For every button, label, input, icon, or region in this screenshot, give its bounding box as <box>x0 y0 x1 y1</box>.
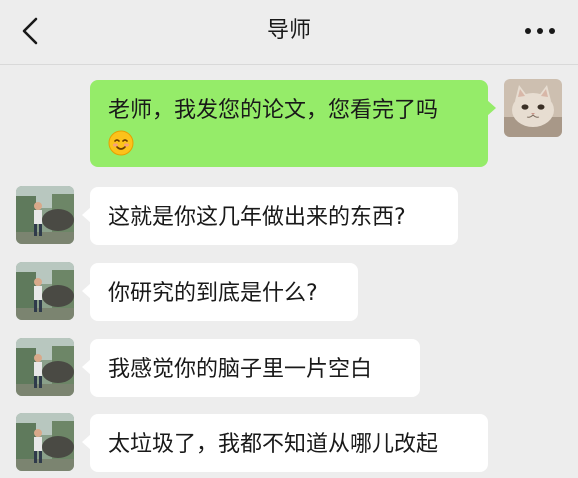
mentor-avatar[interactable] <box>16 338 74 396</box>
mentor-avatar[interactable] <box>16 186 74 244</box>
message-text: 这就是你这几年做出来的东西? <box>108 205 406 230</box>
mentor-avatar-image <box>16 338 74 396</box>
message-text: 我感觉你的脑子里一片空白 <box>108 357 373 382</box>
mentor-avatar[interactable] <box>16 413 74 471</box>
smiling-face-icon <box>108 130 134 167</box>
cat-avatar-image <box>504 79 562 137</box>
mentor-avatar-image <box>16 413 74 471</box>
message-bubble-sent[interactable]: 老师，我发您的论文，您看完了吗 <box>90 80 496 167</box>
mentor-avatar-image <box>16 186 74 244</box>
mentor-avatar-image <box>16 262 74 320</box>
mentor-avatar[interactable] <box>16 262 74 320</box>
message-bubble-received[interactable]: 这就是你这几年做出来的东西? <box>82 187 458 245</box>
message-bubble-received[interactable]: 太垃圾了，我都不知道从哪儿改起 <box>82 414 488 472</box>
my-avatar[interactable] <box>504 79 562 137</box>
message-bubble-received[interactable]: 你研究的到底是什么? <box>82 263 358 321</box>
message-text: 太垃圾了，我都不知道从哪儿改起 <box>108 432 439 457</box>
message-text: 你研究的到底是什么? <box>108 281 318 306</box>
message-text: 老师，我发您的论文，您看完了吗 <box>108 98 439 123</box>
more-dots-icon <box>525 28 555 34</box>
chat-header: 导师 <box>0 0 578 65</box>
message-bubble-received[interactable]: 我感觉你的脑子里一片空白 <box>82 339 420 397</box>
chat-title: 导师 <box>266 18 311 43</box>
more-options-button[interactable] <box>522 20 558 42</box>
